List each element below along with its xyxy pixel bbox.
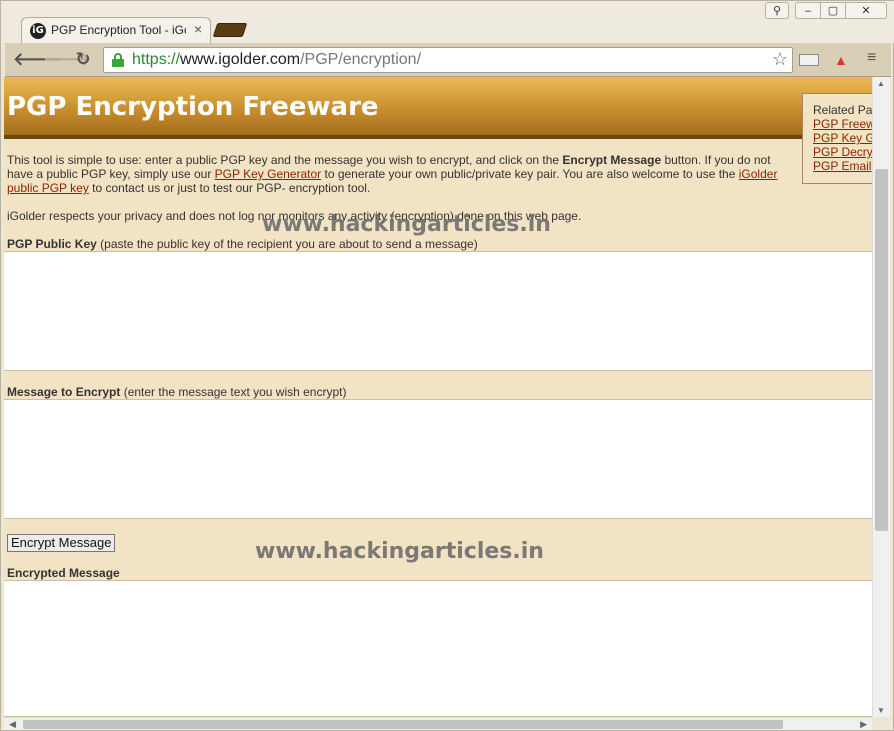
url-host: www.igolder.com [180, 51, 301, 68]
public-key-label: PGP Public Key (paste the public key of … [7, 237, 478, 251]
message-textarea[interactable] [4, 399, 872, 519]
igolder-favicon-icon: iG [30, 23, 46, 39]
vertical-scrollbar[interactable]: ▲ ▼ [872, 77, 890, 717]
message-label-bold: Message to Encrypt [7, 385, 121, 399]
maximize-button[interactable]: ▢ [820, 2, 846, 19]
public-key-label-hint: (paste the public key of the recipient y… [96, 237, 478, 251]
profile-icon[interactable]: ⚲ [765, 2, 789, 19]
message-label: Message to Encrypt (enter the message te… [7, 385, 346, 399]
related-link-email[interactable]: PGP Email [813, 159, 872, 173]
watermark-bottom: www.hackingarticles.in [255, 539, 544, 564]
minimize-button[interactable]: – [795, 2, 821, 19]
related-pages-box: Related Pa PGP Freew PGP Key G PGP Decry… [802, 93, 872, 184]
drive-extension-icon[interactable]: ▲ [834, 52, 848, 68]
scroll-left-icon[interactable]: ◀ [9, 719, 16, 730]
extension-icon[interactable] [799, 54, 819, 66]
menu-icon[interactable]: ≡ [867, 49, 876, 67]
close-window-button[interactable]: ✕ [845, 2, 887, 19]
watermark-top: www.hackingarticles.in [262, 212, 551, 237]
title-bar: iG PGP Encryption Tool - iGolder × ⚲ – ▢… [1, 1, 894, 43]
new-tab-button[interactable] [212, 23, 248, 37]
related-link-freeware[interactable]: PGP Freew [813, 117, 872, 131]
reload-icon[interactable]: ↻ [71, 48, 95, 72]
forward-icon[interactable]: 🡒 [43, 48, 91, 72]
message-label-hint: (enter the message text you wish encrypt… [120, 385, 347, 399]
back-icon[interactable]: 🡐 [13, 48, 61, 72]
related-link-key-generator[interactable]: PGP Key G [813, 131, 872, 145]
intro-text-3: to generate your own public/private key … [321, 167, 739, 181]
encrypt-message-button[interactable]: Encrypt Message [7, 534, 116, 552]
url-path: /PGP/encryption/ [300, 51, 422, 68]
page-viewport: PGP Encryption Freeware Related Pa PGP F… [4, 77, 872, 717]
public-key-label-bold: PGP Public Key [7, 237, 97, 251]
public-key-textarea[interactable] [4, 251, 872, 371]
intro-bold: Encrypt Message [562, 153, 662, 167]
encrypted-message-textarea[interactable] [4, 580, 872, 717]
horizontal-scrollbar[interactable]: ◀ ▶ [4, 717, 872, 730]
key-generator-link[interactable]: PGP Key Generator [215, 167, 322, 181]
browser-tab[interactable]: iG PGP Encryption Tool - iGolder × [21, 17, 211, 43]
intro-paragraph: This tool is simple to use: enter a publ… [7, 153, 797, 195]
related-link-decryption[interactable]: PGP Decry [813, 145, 872, 159]
intro-text-4: to contact us or just to test our PGP- e… [88, 181, 371, 195]
scroll-right-icon[interactable]: ▶ [860, 719, 867, 730]
tab-title: PGP Encryption Tool - iGolder [51, 23, 186, 37]
encrypted-message-label: Encrypted Message [7, 566, 120, 580]
browser-toolbar: 🡐 🡒 ↻ https://www.igolder.com/PGP/encryp… [5, 43, 891, 77]
scroll-down-icon[interactable]: ▼ [877, 706, 885, 715]
star-icon[interactable]: ☆ [772, 49, 788, 70]
url-text[interactable]: https://www.igolder.com/PGP/encryption/ [132, 51, 421, 69]
related-title: Related Pa [813, 103, 872, 117]
intro-text-1: This tool is simple to use: enter a publ… [7, 153, 563, 167]
vertical-scroll-thumb[interactable] [875, 169, 888, 531]
scroll-up-icon[interactable]: ▲ [877, 79, 885, 88]
page-banner: PGP Encryption Freeware [4, 77, 872, 139]
page-title: PGP Encryption Freeware [7, 92, 379, 122]
horizontal-scroll-thumb[interactable] [23, 720, 783, 729]
address-bar[interactable]: https://www.igolder.com/PGP/encryption/ … [103, 47, 793, 73]
lock-icon [112, 53, 124, 67]
url-scheme: https:// [132, 51, 181, 68]
tab-close-icon[interactable]: × [194, 21, 202, 37]
